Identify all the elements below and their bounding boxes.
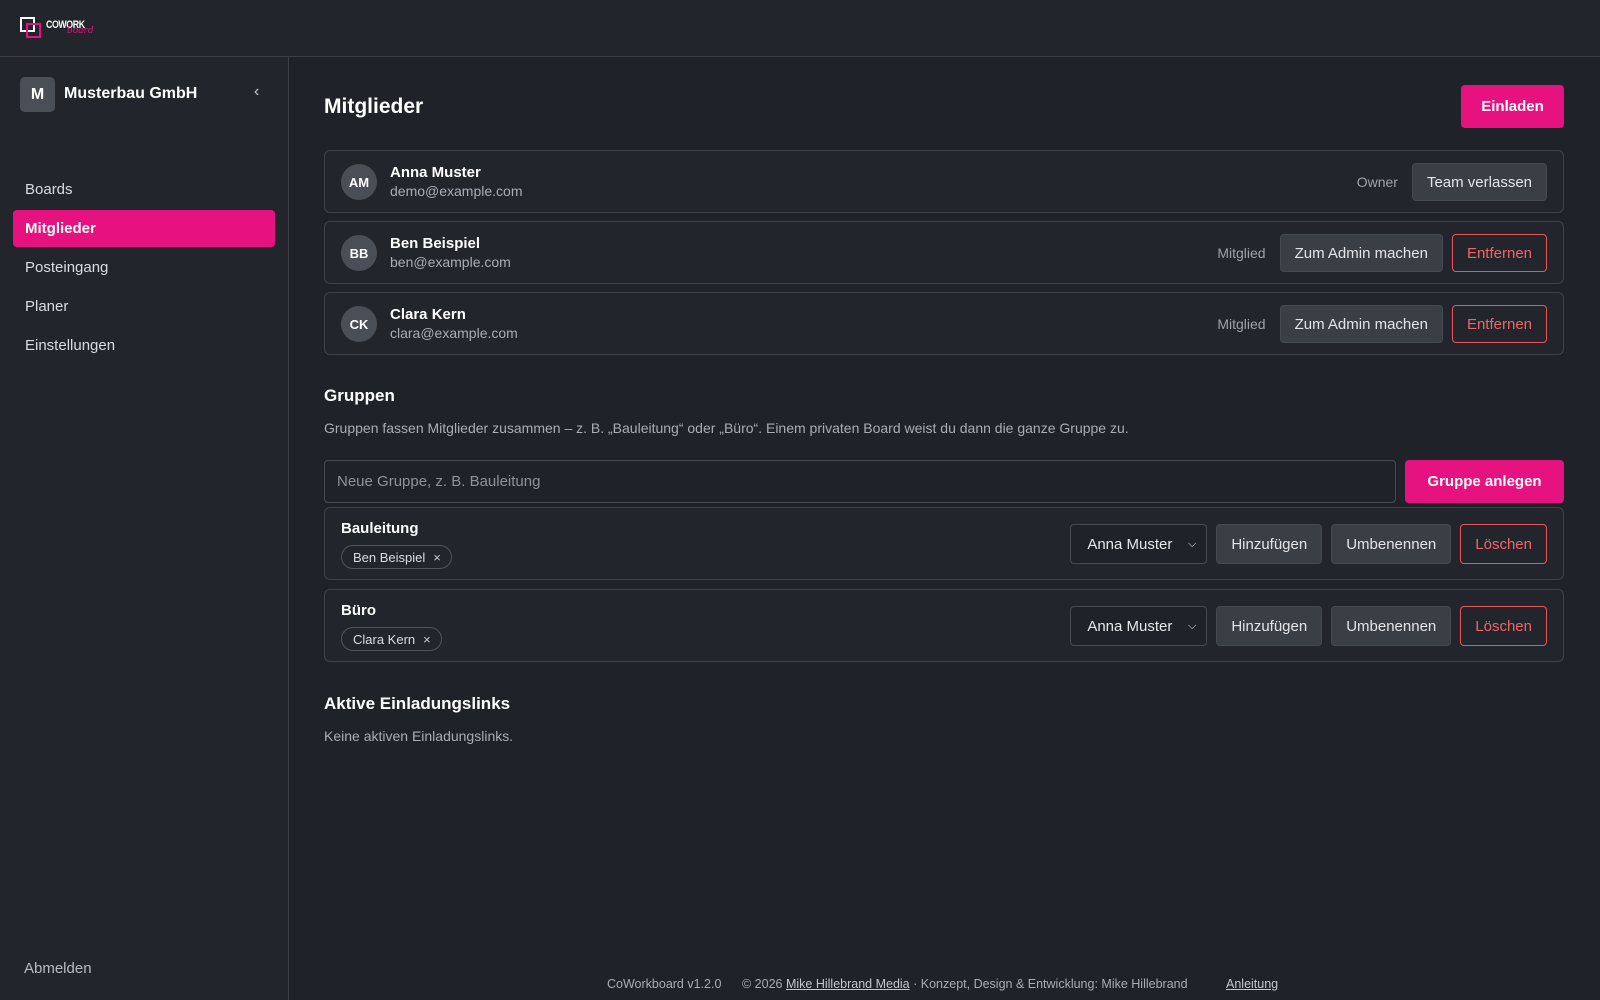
footer-copyright: © 2026 Mike Hillebrand Media · Konzept, …	[742, 977, 1188, 991]
rename-group-button[interactable]: Umbenennen	[1331, 524, 1452, 564]
leave-team-button[interactable]: Team verlassen	[1411, 163, 1547, 201]
member-select[interactable]: Anna Muster ⌵	[1070, 606, 1208, 646]
member-email: clara@example.com	[390, 325, 518, 341]
footer-copyright-prefix: © 2026	[742, 977, 786, 991]
remove-member-button[interactable]: Entfernen	[1451, 305, 1547, 343]
groups-heading: Gruppen	[324, 386, 395, 405]
sidebar-item-einstellungen[interactable]: Einstellungen	[13, 327, 275, 364]
add-to-group-button[interactable]: Hinzufügen	[1216, 524, 1323, 564]
member-role: Mitglied	[1217, 245, 1266, 261]
group-name: Büro	[341, 602, 376, 619]
create-group-button[interactable]: Gruppe anlegen	[1405, 460, 1564, 503]
groups-description: Gruppen fassen Mitglieder zusammen – z. …	[324, 420, 1129, 436]
group-member-chip: Ben Beispiel ×	[341, 545, 452, 569]
member-role: Mitglied	[1217, 316, 1266, 332]
rename-group-button[interactable]: Umbenennen	[1331, 606, 1452, 646]
guide-link[interactable]: Anleitung	[1226, 977, 1278, 991]
sidebar-item-posteingang[interactable]: Posteingang	[13, 249, 275, 286]
remove-chip-icon[interactable]: ×	[433, 550, 441, 565]
logout-link[interactable]: Abmelden	[24, 960, 92, 977]
app-logo[interactable]: COWORK board	[20, 17, 94, 39]
footer-version: CoWorkboard v1.2.0	[607, 977, 722, 991]
logo-script-text: board	[67, 26, 94, 36]
member-name: Clara Kern	[390, 306, 466, 323]
avatar: BB	[341, 235, 377, 271]
sidebar: M Musterbau GmbH ‹ Boards Mitglieder Pos…	[0, 57, 289, 1000]
sidebar-item-mitglieder[interactable]: Mitglieder	[13, 210, 275, 247]
make-admin-button[interactable]: Zum Admin machen	[1279, 234, 1443, 272]
chevron-down-icon: ⌵	[1187, 537, 1197, 550]
avatar: CK	[341, 306, 377, 342]
page-title: Mitglieder	[324, 95, 424, 118]
member-role: Owner	[1356, 174, 1398, 190]
member-select[interactable]: Anna Muster ⌵	[1070, 524, 1208, 564]
invite-links-empty-text: Keine aktiven Einladungslinks.	[324, 728, 514, 744]
invite-button[interactable]: Einladen	[1461, 85, 1564, 128]
group-name: Bauleitung	[341, 520, 419, 537]
top-bar: COWORK board	[0, 0, 1600, 57]
chip-label: Ben Beispiel	[353, 549, 426, 565]
team-switcher[interactable]: M Musterbau GmbH ‹	[20, 77, 270, 112]
chip-label: Clara Kern	[353, 631, 416, 647]
group-card: Büro Clara Kern × Anna Muster ⌵ Hinzufüg…	[324, 589, 1564, 662]
remove-member-button[interactable]: Entfernen	[1451, 234, 1547, 272]
group-member-chip: Clara Kern ×	[341, 627, 442, 651]
team-name: Musterbau GmbH	[64, 85, 198, 102]
team-avatar: M	[20, 77, 55, 112]
member-select-value: Anna Muster	[1087, 535, 1173, 553]
avatar: AM	[341, 164, 377, 200]
sidebar-nav: Boards Mitglieder Posteingang Planer Ein…	[13, 171, 275, 366]
company-link[interactable]: Mike Hillebrand Media	[786, 977, 910, 991]
member-email: ben@example.com	[390, 254, 511, 270]
member-select-value: Anna Muster	[1087, 617, 1173, 635]
delete-group-button[interactable]: Löschen	[1460, 524, 1547, 564]
member-email: demo@example.com	[390, 183, 523, 199]
chevron-down-icon: ⌵	[1187, 619, 1197, 632]
member-row: CK Clara Kern clara@example.com Mitglied…	[324, 292, 1564, 355]
sidebar-item-boards[interactable]: Boards	[13, 171, 275, 208]
new-group-input[interactable]	[324, 460, 1396, 503]
member-name: Anna Muster	[390, 164, 481, 181]
delete-group-button[interactable]: Löschen	[1460, 606, 1547, 646]
group-card: Bauleitung Ben Beispiel × Anna Muster ⌵ …	[324, 507, 1564, 580]
footer-credits: · Konzept, Design & Entwicklung: Mike Hi…	[909, 977, 1188, 991]
add-to-group-button[interactable]: Hinzufügen	[1216, 606, 1323, 646]
sidebar-item-planer[interactable]: Planer	[13, 288, 275, 325]
logo-mark-icon	[20, 17, 42, 39]
member-row: AM Anna Muster demo@example.com Owner Te…	[324, 150, 1564, 213]
member-row: BB Ben Beispiel ben@example.com Mitglied…	[324, 221, 1564, 284]
collapse-sidebar-icon[interactable]: ‹	[254, 83, 259, 101]
member-name: Ben Beispiel	[390, 235, 481, 252]
invite-links-heading: Aktive Einladungslinks	[324, 694, 511, 713]
remove-chip-icon[interactable]: ×	[423, 632, 431, 647]
make-admin-button[interactable]: Zum Admin machen	[1279, 305, 1443, 343]
